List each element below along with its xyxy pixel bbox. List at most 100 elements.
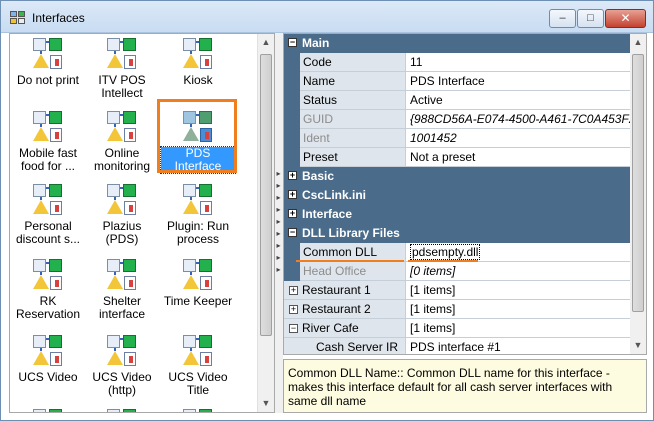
- splitter-grip-icon: ▸: [276, 253, 281, 262]
- property-value[interactable]: PDS Interface: [406, 72, 630, 91]
- property-row-restaurant-1[interactable]: Restaurant 1 + [1 items]: [284, 281, 630, 300]
- category-label: DLL Library Files: [302, 226, 400, 240]
- property-row-guid[interactable]: GUID {988CD56A-E074-4500-A461-7C0A453F2E…: [284, 110, 630, 129]
- title-bar[interactable]: Interfaces – □ ✕: [1, 1, 653, 33]
- close-button[interactable]: ✕: [605, 9, 646, 28]
- category-label: Main: [302, 36, 330, 50]
- property-value[interactable]: [1 items]: [406, 319, 630, 338]
- interface-item-plugin-run-process[interactable]: Plugin: Run process: [161, 183, 235, 246]
- property-value[interactable]: pdsempty.dll: [410, 244, 481, 260]
- property-value[interactable]: [0 items]: [406, 262, 630, 281]
- scroll-thumb[interactable]: [260, 54, 272, 336]
- category-label: Basic: [302, 169, 335, 183]
- property-name: Code: [300, 53, 406, 72]
- splitter-grip-icon: ▸: [276, 217, 281, 226]
- property-row-code[interactable]: Code 11: [284, 53, 630, 72]
- expand-icon[interactable]: +: [289, 305, 298, 314]
- property-name: Preset: [300, 148, 406, 167]
- interface-item-label: Plugin: Run process: [166, 219, 230, 246]
- property-value[interactable]: 11: [406, 53, 630, 72]
- interface-icon: [106, 408, 138, 412]
- scroll-up-arrow-icon[interactable]: ▲: [630, 34, 646, 51]
- panel-splitter[interactable]: ▸ ▸ ▸ ▸ ▸ ▸ ▸ ▸ ▸: [275, 33, 283, 413]
- interface-item-label: Online monitoring: [93, 146, 151, 173]
- interface-item-ucs-video[interactable]: UCS Video: [11, 334, 85, 384]
- icon-list-scrollbar[interactable]: ▲ ▼: [257, 34, 274, 412]
- interface-icon: [32, 258, 64, 292]
- property-value[interactable]: PDS interface #1: [406, 338, 630, 354]
- interface-item-time-keeper[interactable]: Time Keeper: [161, 258, 235, 308]
- property-grid[interactable]: − Main Code 11 Name PDS Interface Status…: [283, 33, 647, 355]
- property-value[interactable]: [1 items]: [406, 281, 630, 300]
- interface-item-label: Personal discount s...: [15, 219, 81, 246]
- interface-icon: [32, 334, 64, 368]
- property-value[interactable]: {988CD56A-E074-4500-A461-7C0A453F2E2: [406, 110, 630, 129]
- property-row-ident[interactable]: Ident 1001452: [284, 129, 630, 148]
- collapse-icon[interactable]: −: [288, 38, 297, 47]
- row-margin: [284, 129, 300, 148]
- splitter-grip-icon: ▸: [276, 193, 281, 202]
- interface-item-personal-discount[interactable]: Personal discount s...: [11, 183, 85, 246]
- category-interface[interactable]: + Interface: [284, 205, 630, 224]
- scroll-down-arrow-icon[interactable]: ▼: [630, 337, 646, 354]
- interface-item-label: Do not print: [16, 73, 80, 87]
- collapse-icon[interactable]: −: [288, 228, 297, 237]
- expand-icon[interactable]: +: [289, 286, 298, 295]
- interface-icon: [182, 258, 214, 292]
- scroll-down-arrow-icon[interactable]: ▼: [258, 395, 274, 412]
- splitter-grip-icon: ▸: [276, 241, 281, 250]
- property-name: River Cafe: [284, 319, 406, 338]
- property-name: Restaurant 2: [284, 300, 406, 319]
- interface-item-label: UCS Video: [18, 370, 78, 384]
- interface-icon: [182, 408, 214, 412]
- maximize-button[interactable]: □: [577, 9, 604, 28]
- category-label: Interface: [302, 207, 353, 221]
- interface-item-ucs-video-title[interactable]: UCS Video Title: [161, 334, 235, 397]
- interface-item-plazius-pds[interactable]: Plazius (PDS): [85, 183, 159, 246]
- interfaces-icon-list[interactable]: Do not print ITV POS Intellect Kiosk Mobi…: [9, 33, 275, 413]
- property-description: Common DLL Name:: Common DLL name for th…: [283, 359, 647, 413]
- minimize-button[interactable]: –: [549, 9, 576, 28]
- row-margin: [284, 262, 300, 281]
- scroll-thumb[interactable]: [632, 54, 644, 312]
- expand-icon[interactable]: +: [288, 209, 297, 218]
- interface-item-label: Plazius (PDS): [102, 219, 142, 246]
- expand-icon[interactable]: +: [288, 171, 297, 180]
- interface-item-shelter-interface[interactable]: Shelter interface: [85, 258, 159, 321]
- property-name: Status: [300, 91, 406, 110]
- property-value[interactable]: 1001452: [406, 129, 630, 148]
- property-row-river-cafe[interactable]: River Cafe − [1 items]: [284, 319, 630, 338]
- row-margin: [284, 110, 300, 129]
- property-value[interactable]: Not a preset: [406, 148, 630, 167]
- property-row-status[interactable]: Status Active: [284, 91, 630, 110]
- interface-item-ucs-video-http[interactable]: UCS Video (http): [85, 334, 159, 397]
- property-row-restaurant-2[interactable]: Restaurant 2 + [1 items]: [284, 300, 630, 319]
- category-main[interactable]: − Main: [284, 34, 630, 53]
- interface-item-do-not-print[interactable]: Do not print: [11, 37, 85, 87]
- property-row-name[interactable]: Name PDS Interface: [284, 72, 630, 91]
- property-name: Cash Server IR: [300, 338, 406, 354]
- interfaces-window: Interfaces – □ ✕ Do not print ITV POS Int…: [0, 0, 654, 421]
- property-row-preset[interactable]: Preset Not a preset: [284, 148, 630, 167]
- interface-item-itv-pos-intellect[interactable]: ITV POS Intellect: [85, 37, 159, 100]
- property-row-cash-server-ir[interactable]: Cash Server IR PDS interface #1: [284, 338, 630, 354]
- property-grid-scrollbar[interactable]: ▲ ▼: [630, 34, 646, 354]
- scroll-up-arrow-icon[interactable]: ▲: [258, 34, 274, 51]
- property-name: Head Office: [300, 262, 406, 281]
- category-dll-library-files[interactable]: − DLL Library Files: [284, 224, 630, 243]
- expand-icon[interactable]: +: [288, 190, 297, 199]
- interface-item-rk-reservation[interactable]: RK Reservation: [11, 258, 85, 321]
- property-value[interactable]: [1 items]: [406, 300, 630, 319]
- property-value[interactable]: Active: [406, 91, 630, 110]
- splitter-grip-icon: ▸: [276, 265, 281, 274]
- interface-item-partial: [85, 408, 159, 412]
- interface-item-kiosk[interactable]: Kiosk: [161, 37, 235, 87]
- property-row-head-office[interactable]: Head Office [0 items]: [284, 262, 630, 281]
- interface-item-mobile-fast-food[interactable]: Mobile fast food for ...: [11, 110, 85, 173]
- property-name: Ident: [300, 129, 406, 148]
- interface-item-online-monitoring[interactable]: Online monitoring: [85, 110, 159, 173]
- category-csclink[interactable]: + CscLink.ini: [284, 186, 630, 205]
- category-basic[interactable]: + Basic: [284, 167, 630, 186]
- collapse-icon[interactable]: −: [289, 324, 298, 333]
- interface-icon: [106, 334, 138, 368]
